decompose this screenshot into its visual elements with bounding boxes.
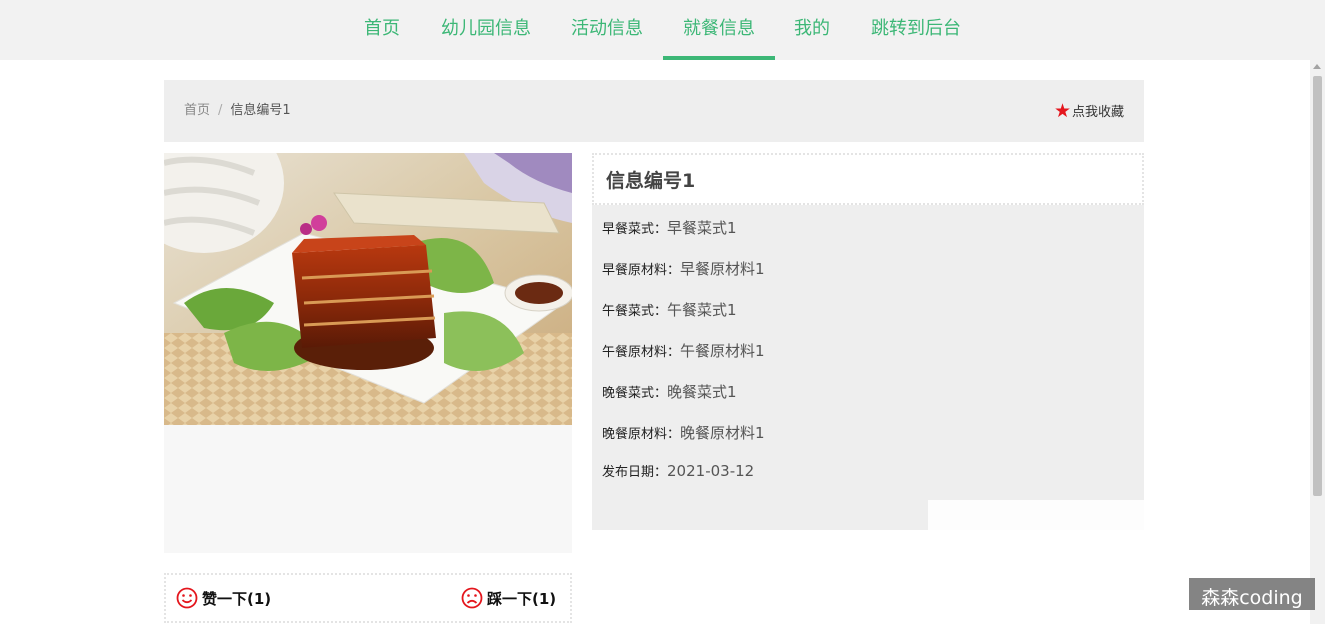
nav-item-kindergarten[interactable]: 幼儿园信息	[430, 0, 542, 60]
nav-item-activities[interactable]: 活动信息	[560, 0, 654, 60]
nav-item-dining[interactable]: 就餐信息	[663, 0, 775, 60]
field-value: 早餐菜式1	[667, 219, 737, 237]
smile-icon	[176, 587, 198, 609]
top-nav: 首页 幼儿园信息 活动信息 就餐信息 我的 跳转到后台	[0, 0, 1325, 60]
field-value: 晚餐菜式1	[667, 383, 737, 401]
field-label: 晚餐原材料：	[602, 427, 681, 442]
nav-item-home[interactable]: 首页	[352, 0, 412, 60]
nav-list: 首页 幼儿园信息 活动信息 就餐信息 我的 跳转到后台	[0, 0, 1325, 60]
breadcrumb-bar: 首页 / 信息编号1 ★点我收藏	[164, 80, 1144, 142]
dislike-label: 踩一下(1)	[487, 590, 557, 608]
frown-icon	[461, 587, 483, 609]
like-label: 赞一下(1)	[202, 590, 272, 608]
nav-item-admin[interactable]: 跳转到后台	[860, 0, 972, 60]
image-panel	[164, 153, 572, 553]
field-value: 午餐菜式1	[667, 301, 737, 319]
breadcrumb-separator: /	[218, 103, 223, 118]
field-publish-date: 发布日期：2021-03-12	[602, 461, 754, 480]
detail-fields: 早餐菜式：早餐菜式1 早餐原材料：早餐原材料1 午餐菜式：午餐菜式1 午餐原材料…	[592, 205, 1144, 530]
field-label: 午餐原材料：	[602, 345, 681, 360]
field-label: 午餐菜式：	[602, 304, 668, 319]
star-icon: ★	[1053, 100, 1071, 122]
field-dinner-ingredients: 晚餐原材料：晚餐原材料1	[602, 422, 765, 443]
breadcrumb: 首页 / 信息编号1	[184, 80, 291, 142]
field-breakfast-dish: 早餐菜式：早餐菜式1	[602, 217, 737, 238]
favorite-label: 点我收藏	[1071, 105, 1124, 120]
vote-bar: 赞一下(1) 踩一下(1)	[164, 573, 572, 623]
breadcrumb-home-link[interactable]: 首页	[184, 103, 210, 118]
scroll-up-arrow-icon[interactable]	[1313, 64, 1321, 69]
field-dinner-dish: 晚餐菜式：晚餐菜式1	[602, 381, 737, 402]
field-label: 早餐菜式：	[602, 222, 668, 237]
field-label: 晚餐菜式：	[602, 386, 668, 401]
field-lunch-ingredients: 午餐原材料：午餐原材料1	[602, 340, 765, 361]
field-value: 2021-03-12	[667, 462, 755, 480]
field-label: 发布日期：	[602, 465, 668, 480]
like-button[interactable]: 赞一下(1)	[176, 575, 271, 621]
field-value: 午餐原材料1	[680, 342, 765, 360]
detail-title: 信息编号1	[606, 170, 696, 192]
watermark: 森森coding	[1189, 578, 1315, 610]
field-value: 早餐原材料1	[680, 260, 765, 278]
field-lunch-dish: 午餐菜式：午餐菜式1	[602, 299, 737, 320]
breadcrumb-current: 信息编号1	[230, 103, 291, 118]
dislike-button[interactable]: 踩一下(1)	[461, 575, 556, 621]
field-value: 晚餐原材料1	[680, 424, 765, 442]
page-scrollbar[interactable]	[1310, 60, 1325, 624]
field-label: 早餐原材料：	[602, 263, 681, 278]
dish-photo	[164, 153, 572, 425]
scrollbar-thumb[interactable]	[1313, 76, 1322, 496]
blurred-overlay	[928, 500, 1310, 540]
nav-item-mine[interactable]: 我的	[784, 0, 840, 60]
favorite-button[interactable]: ★点我收藏	[1054, 80, 1124, 142]
field-breakfast-ingredients: 早餐原材料：早餐原材料1	[602, 258, 765, 279]
detail-title-box: 信息编号1	[592, 153, 1144, 205]
